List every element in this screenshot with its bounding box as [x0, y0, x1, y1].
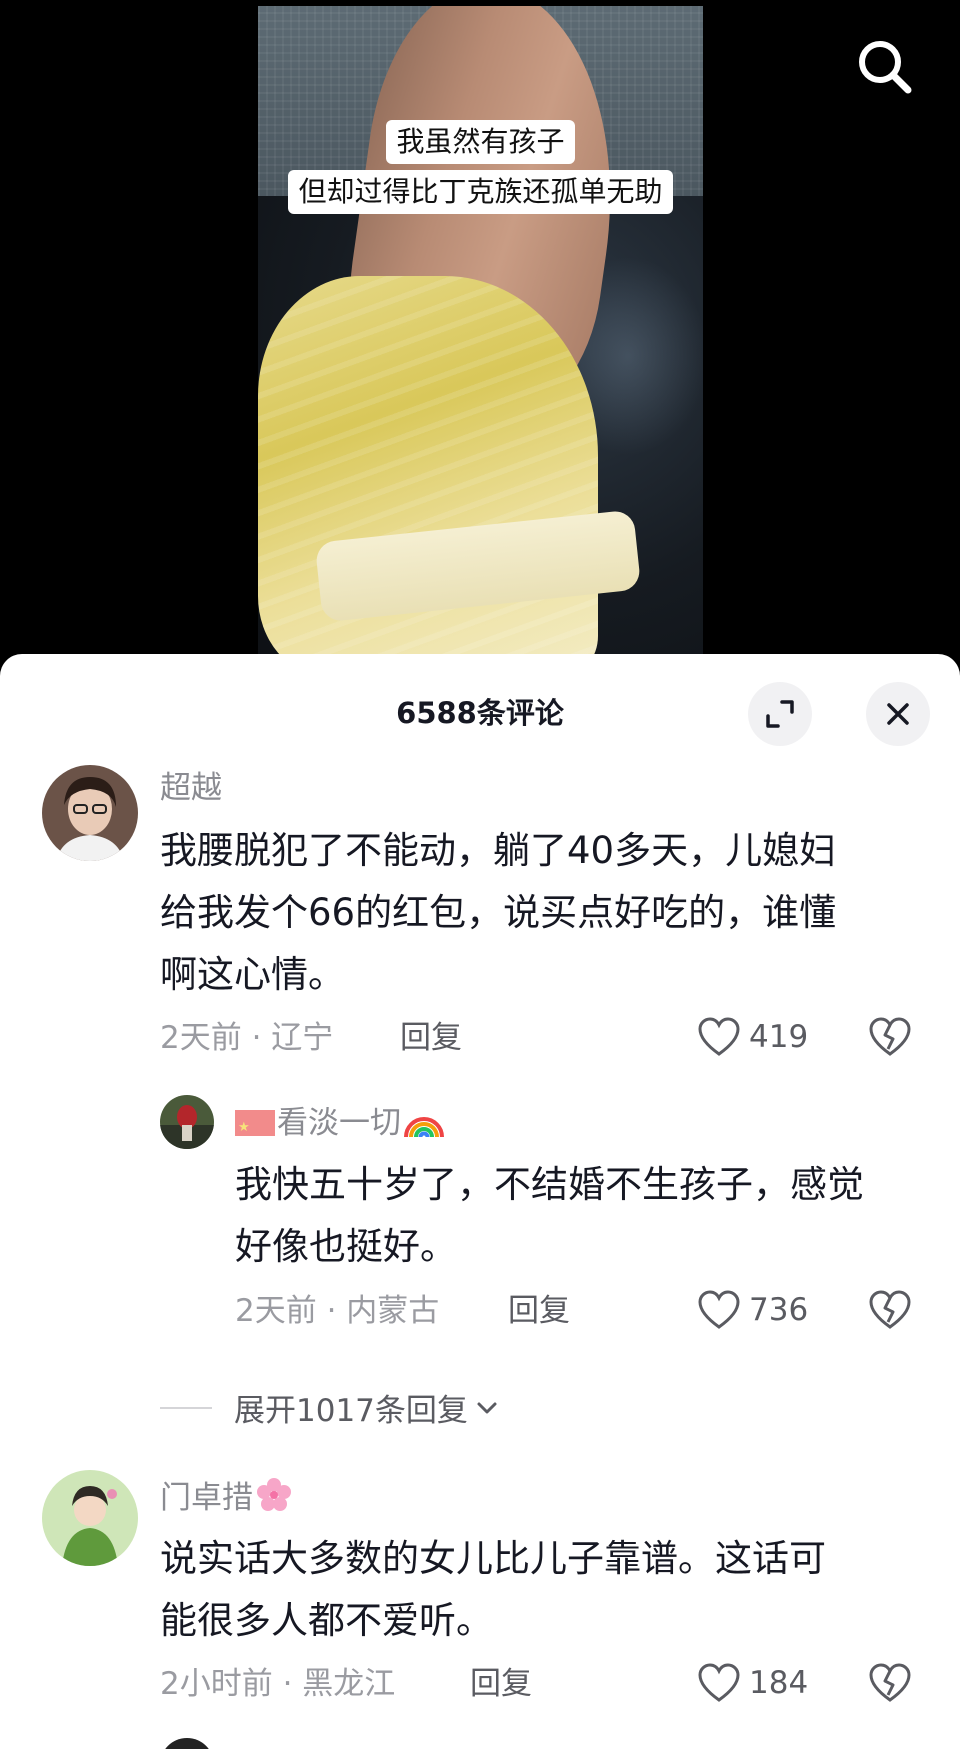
- broken-heart-icon: [869, 1017, 911, 1056]
- username[interactable]: 超越: [160, 768, 222, 808]
- avatar-image: [42, 765, 138, 861]
- expand-icon: [766, 700, 794, 728]
- comment-text-line: 我快五十岁了，不结婚不生孩子，感觉: [235, 1163, 864, 1206]
- like-button[interactable]: 184: [697, 1662, 808, 1704]
- comment-meta: 2天前 · 辽宁: [160, 1020, 334, 1056]
- comment-meta: 2天前 · 内蒙古: [235, 1293, 440, 1329]
- video-caption-line2: 但却过得比丁克族还孤单无助: [258, 170, 703, 214]
- avatar[interactable]: [160, 1095, 214, 1149]
- close-button[interactable]: [866, 682, 930, 746]
- expand-replies-label: 展开1017条回复: [234, 1393, 468, 1429]
- avatar[interactable]: [42, 1470, 138, 1566]
- comment-text-line: 能很多人都不爱听。: [160, 1599, 493, 1642]
- like-count: 184: [749, 1665, 809, 1701]
- search-button[interactable]: [852, 34, 918, 100]
- reply-button[interactable]: 回复: [508, 1291, 570, 1331]
- comment-text-line: 我腰脱犯了不能动，躺了40多天，儿媳妇: [160, 829, 837, 872]
- comment-text-line: 啊这心情。: [160, 953, 345, 996]
- avatar-image: [42, 1470, 138, 1566]
- heart-icon: [698, 1290, 740, 1329]
- reply-button[interactable]: 回复: [400, 1018, 462, 1058]
- rainbow-icon: [404, 1117, 444, 1138]
- username[interactable]: 门卓措: [160, 1476, 293, 1518]
- video-player[interactable]: 我虽然有孩子 但却过得比丁克族还孤单无助: [0, 0, 960, 660]
- comment-meta: 2小时前 · 黑龙江: [160, 1666, 396, 1702]
- dislike-button[interactable]: [868, 1289, 912, 1335]
- comment-text-line: 给我发个66的红包，说买点好吃的，谁懂: [160, 891, 837, 934]
- divider-line: [160, 1406, 212, 1409]
- expand-button[interactable]: [748, 682, 812, 746]
- dislike-button[interactable]: [868, 1016, 912, 1062]
- avatar[interactable]: [42, 765, 138, 861]
- china-flag-icon: [235, 1108, 275, 1148]
- search-icon: [859, 41, 912, 94]
- avatar-image: [160, 1095, 214, 1149]
- like-count: 419: [749, 1019, 809, 1055]
- broken-heart-icon: [869, 1290, 911, 1329]
- comment-text-line: 好像也挺好。: [235, 1225, 457, 1268]
- heart-icon: [698, 1017, 740, 1056]
- broken-heart-icon: [869, 1663, 911, 1702]
- like-button[interactable]: 736: [697, 1289, 808, 1331]
- like-count: 736: [749, 1292, 809, 1328]
- video-frame: 我虽然有孩子 但却过得比丁克族还孤单无助: [258, 6, 703, 660]
- dislike-button[interactable]: [868, 1662, 912, 1708]
- reply-button[interactable]: 回复: [470, 1664, 532, 1704]
- video-caption-line1: 我虽然有孩子: [258, 120, 703, 164]
- cherry-blossom-icon: [257, 1478, 291, 1511]
- heart-icon: [698, 1663, 740, 1702]
- comment-count-title: 6588条评论: [396, 696, 564, 730]
- comment-text-line: 说实话大多数的女儿比儿子靠谱。这话可: [160, 1537, 826, 1580]
- close-icon: [887, 703, 909, 725]
- like-button[interactable]: 419: [697, 1016, 808, 1058]
- comment-sheet-header: 6588条评论: [0, 654, 960, 764]
- username[interactable]: 看淡一切: [235, 1103, 445, 1148]
- expand-replies-button[interactable]: 展开1017条回复: [160, 1385, 502, 1430]
- chevron-down-icon: [477, 1402, 497, 1413]
